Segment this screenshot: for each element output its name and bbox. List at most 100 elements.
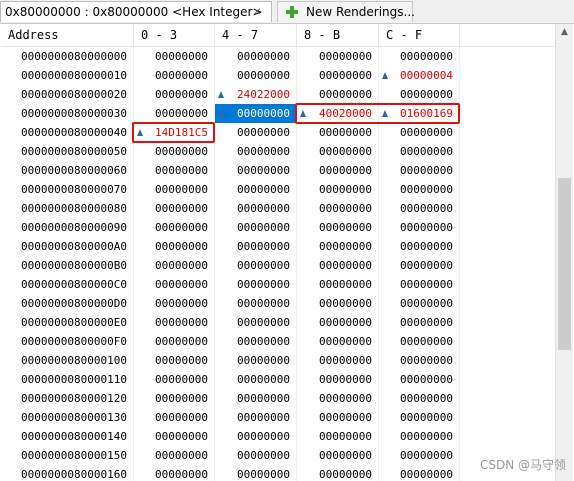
memory-cell[interactable]: 00000000 xyxy=(134,66,215,85)
memory-cell[interactable]: 00000000 xyxy=(379,351,460,370)
memory-cell[interactable]: 00000000 xyxy=(379,313,460,332)
memory-cell[interactable]: 00000000 xyxy=(297,465,379,481)
memory-cell[interactable]: 00000000 xyxy=(215,123,297,142)
memory-cell[interactable]: 00000000 xyxy=(379,218,460,237)
tab-new-renderings[interactable]: New Renderings... xyxy=(277,1,415,22)
memory-cell[interactable]: 00000000 xyxy=(379,161,460,180)
memory-cell[interactable]: 00000000 xyxy=(215,237,297,256)
memory-cell[interactable]: 00000000 xyxy=(215,332,297,351)
memory-cell[interactable]: 00000000 xyxy=(215,218,297,237)
memory-cell[interactable]: 00000000 xyxy=(297,123,379,142)
column-header-2[interactable]: 4 - 7 xyxy=(215,24,297,46)
memory-cell[interactable]: 00000000 xyxy=(297,389,379,408)
memory-cell[interactable]: 00000000 xyxy=(134,218,215,237)
memory-cell[interactable]: 00000000 xyxy=(215,199,297,218)
column-header-address[interactable]: Address xyxy=(1,24,134,46)
memory-cell[interactable]: 00000000 xyxy=(379,389,460,408)
memory-cell[interactable]: 00000000 xyxy=(134,256,215,275)
memory-cell[interactable]: 00000000 xyxy=(297,275,379,294)
memory-cell[interactable]: 00000000 xyxy=(297,85,379,104)
memory-cell[interactable]: 00000000 xyxy=(379,408,460,427)
memory-cell[interactable]: 00000000 xyxy=(379,275,460,294)
memory-cell[interactable]: 00000000 xyxy=(215,370,297,389)
memory-cell[interactable]: 00000000 xyxy=(134,313,215,332)
memory-cell[interactable]: 00000000 xyxy=(134,85,215,104)
memory-cell[interactable]: 00000000 xyxy=(379,237,460,256)
memory-cell[interactable]: 00000000 xyxy=(134,332,215,351)
memory-cell[interactable]: 40020000 xyxy=(297,104,379,123)
memory-cell[interactable]: 00000000 xyxy=(134,351,215,370)
memory-cell[interactable]: 00000000 xyxy=(379,180,460,199)
memory-cell[interactable]: 00000000 xyxy=(134,275,215,294)
memory-cell[interactable]: 00000000 xyxy=(379,446,460,465)
tab-hex-integer[interactable]: 0x80000000 : 0x80000000 <Hex Integer> ✕ xyxy=(0,1,272,22)
memory-cell[interactable]: 00000000 xyxy=(379,294,460,313)
memory-cell[interactable]: 00000000 xyxy=(215,180,297,199)
memory-cell[interactable]: 00000000 xyxy=(297,294,379,313)
memory-cell[interactable]: 00000000 xyxy=(379,332,460,351)
memory-cell[interactable]: 00000000 xyxy=(297,332,379,351)
memory-cell[interactable]: 01600169 xyxy=(379,104,460,123)
column-header-3[interactable]: 8 - B xyxy=(297,24,379,46)
memory-cell[interactable]: 00000000 xyxy=(297,237,379,256)
memory-cell[interactable]: 00000000 xyxy=(134,446,215,465)
memory-cell[interactable]: 00000000 xyxy=(215,427,297,446)
memory-cell[interactable]: 00000000 xyxy=(134,180,215,199)
memory-cell[interactable]: 00000000 xyxy=(379,123,460,142)
memory-cell[interactable]: 00000000 xyxy=(379,85,460,104)
memory-cell[interactable]: 00000000 xyxy=(134,389,215,408)
memory-cell[interactable]: 00000000 xyxy=(297,66,379,85)
memory-cell[interactable]: 00000000 xyxy=(297,446,379,465)
scrollbar-thumb[interactable] xyxy=(558,178,571,350)
memory-cell[interactable]: 00000000 xyxy=(379,47,460,66)
memory-cell[interactable]: 00000000 xyxy=(297,427,379,446)
memory-cell[interactable]: 00000004 xyxy=(379,66,460,85)
memory-cell[interactable]: 00000000 xyxy=(134,465,215,481)
memory-cell[interactable]: 00000000 xyxy=(215,389,297,408)
memory-cell[interactable]: 00000000 xyxy=(297,142,379,161)
memory-cell[interactable]: 00000000 xyxy=(134,142,215,161)
memory-cell[interactable]: 00000000 xyxy=(215,256,297,275)
memory-cell[interactable]: 14D181C5 xyxy=(134,123,215,142)
memory-cell[interactable]: 00000000 xyxy=(379,256,460,275)
memory-cell[interactable]: 00000000 xyxy=(134,408,215,427)
memory-cell[interactable]: 00000000 xyxy=(134,161,215,180)
memory-cell[interactable]: 00000000 xyxy=(379,465,460,481)
memory-cell[interactable]: 00000000 xyxy=(134,47,215,66)
memory-cell[interactable]: 00000000 xyxy=(134,237,215,256)
memory-cell[interactable]: 24022000 xyxy=(215,85,297,104)
memory-cell[interactable]: 00000000 xyxy=(215,142,297,161)
memory-cell[interactable]: 00000000 xyxy=(134,427,215,446)
vertical-scrollbar[interactable]: ▲ xyxy=(555,24,573,481)
memory-cell[interactable]: 00000000 xyxy=(297,351,379,370)
memory-cell[interactable]: 00000000 xyxy=(134,104,215,123)
memory-cell[interactable]: 00000000 xyxy=(297,370,379,389)
memory-cell[interactable]: 00000000 xyxy=(379,142,460,161)
memory-cell[interactable]: 00000000 xyxy=(297,180,379,199)
memory-cell[interactable]: 00000000 xyxy=(215,465,297,481)
memory-cell[interactable]: 00000000 xyxy=(215,313,297,332)
memory-cell[interactable]: 00000000 xyxy=(215,66,297,85)
memory-cell[interactable]: 00000000 xyxy=(297,199,379,218)
memory-cell[interactable]: 00000000 xyxy=(215,47,297,66)
memory-cell[interactable]: 00000000 xyxy=(215,408,297,427)
memory-cell[interactable]: 00000000 xyxy=(215,104,297,123)
memory-cell[interactable]: 00000000 xyxy=(297,313,379,332)
scroll-up-icon[interactable]: ▲ xyxy=(556,24,573,41)
memory-cell[interactable]: 00000000 xyxy=(134,370,215,389)
memory-cell[interactable]: 00000000 xyxy=(379,427,460,446)
memory-cell[interactable]: 00000000 xyxy=(297,408,379,427)
memory-cell[interactable]: 00000000 xyxy=(215,446,297,465)
close-icon[interactable]: ✕ xyxy=(253,2,261,23)
memory-cell[interactable]: 00000000 xyxy=(379,199,460,218)
memory-cell[interactable]: 00000000 xyxy=(215,275,297,294)
memory-cell[interactable]: 00000000 xyxy=(134,294,215,313)
memory-cell[interactable]: 00000000 xyxy=(134,199,215,218)
memory-cell[interactable]: 00000000 xyxy=(379,370,460,389)
column-header-4[interactable]: C - F xyxy=(379,24,460,46)
memory-cell[interactable]: 00000000 xyxy=(297,161,379,180)
memory-cell[interactable]: 00000000 xyxy=(215,351,297,370)
memory-cell[interactable]: 00000000 xyxy=(215,294,297,313)
memory-cell[interactable]: 00000000 xyxy=(297,47,379,66)
memory-cell[interactable]: 00000000 xyxy=(297,256,379,275)
